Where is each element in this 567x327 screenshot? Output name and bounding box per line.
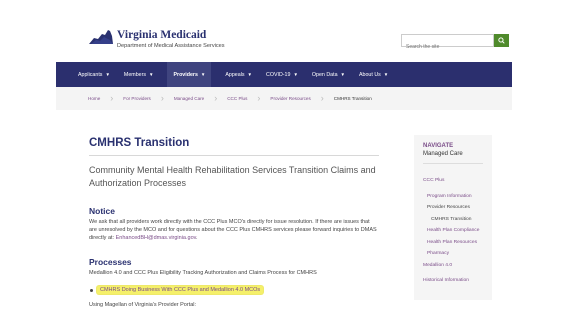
nav-item-label: Appeals [225, 71, 245, 78]
brand-subtitle: Department of Medical Assistance Service… [117, 43, 225, 49]
nav-item-label: Applicants [78, 71, 103, 78]
virginia-state-logo-icon[interactable] [88, 28, 114, 46]
breadcrumb-separator-icon: › [110, 93, 114, 103]
bullet-icon [90, 288, 93, 292]
sidebar-item-health-plan-resources[interactable]: Health Plan Resources [423, 240, 492, 252]
sidebar-navigate: NAVIGATE Managed Care CCC Plus Program I… [414, 135, 492, 300]
search-icon [498, 37, 505, 44]
breadcrumb-current: CMHRS Transition [334, 96, 372, 101]
sidebar-item-medallion-4-0[interactable]: Medallion 4.0 [423, 263, 492, 275]
notice-heading: Notice [89, 206, 115, 216]
breadcrumb-separator-icon: › [257, 93, 261, 103]
breadcrumb-separator-icon: › [160, 93, 164, 103]
chevron-down-icon: ▼ [293, 72, 298, 77]
nav-item-applicants[interactable]: Applicants ▼ [78, 72, 110, 78]
breadcrumb-label: Provider Resources [270, 96, 311, 101]
breadcrumb-ccc-plus[interactable]: CCC Plus › [227, 94, 270, 103]
portal-text: Using Magellan of Virginia's Provider Po… [89, 302, 197, 308]
site-header: Virginia Medicaid Department of Medical … [0, 0, 567, 68]
nav-item-covid-19[interactable]: COVID-19 ▼ [266, 72, 298, 78]
breadcrumb-managed-care[interactable]: Managed Care › [174, 94, 227, 103]
brand-title: Virginia Medicaid [117, 29, 207, 41]
breadcrumb-separator-icon: › [214, 93, 218, 103]
nav-item-about-us[interactable]: About Us ▼ [359, 72, 388, 78]
breadcrumb: Home › For Providers › Managed Care › CCC P… [56, 87, 512, 110]
processes-description: Medallion 4.0 and CCC Plus Eligibility T… [89, 270, 317, 276]
search-box[interactable] [401, 34, 494, 53]
breadcrumb-label: For Providers [123, 96, 151, 101]
list-item: CMHRS Doing Business With CCC Plus and M… [90, 286, 264, 294]
cmhrs-doing-business-link[interactable]: CMHRS Doing Business With CCC Plus and M… [97, 286, 264, 294]
notice-end: . [195, 235, 198, 241]
sidebar-item-pharmacy[interactable]: Pharmacy [423, 251, 492, 263]
sidebar-label: NAVIGATE [423, 143, 454, 149]
title-divider [89, 155, 379, 156]
brand[interactable]: Virginia Medicaid Department of Medical … [117, 29, 225, 49]
chevron-down-icon: ▼ [383, 72, 389, 77]
nav-item-providers[interactable]: Providers ▼ [167, 62, 212, 87]
breadcrumb-label: Managed Care [173, 96, 205, 101]
breadcrumb-for-providers[interactable]: For Providers › [123, 94, 174, 103]
nav-item-members[interactable]: Members ▼ [124, 72, 154, 78]
nav-item-open-data[interactable]: Open Data ▼ [312, 72, 345, 78]
breadcrumb-home[interactable]: Home › [88, 94, 123, 103]
breadcrumb-label: CCC Plus [227, 96, 248, 101]
processes-heading: Processes [89, 257, 132, 267]
breadcrumb-provider-resources[interactable]: Provider Resources › [270, 94, 333, 103]
nav-item-label: Members [123, 71, 146, 78]
page-subtitle: Community Mental Health Rehabilitation S… [89, 165, 376, 188]
sidebar-item-cmhrs-transition[interactable]: CMHRS Transition [423, 217, 492, 229]
search-input[interactable] [402, 41, 493, 53]
page-title: CMHRS Transition [89, 137, 190, 149]
sidebar-item-ccc-plus[interactable]: CCC Plus [423, 178, 492, 190]
sidebar-item-health-plan-compliance[interactable]: Health Plan Compliance [423, 228, 492, 240]
notice-email-link[interactable]: EnhancedBH@dmas.virginia.gov [116, 235, 196, 241]
nav-item-label: Providers [173, 71, 198, 78]
notice-paragraph: We ask that all providers work directly … [89, 218, 379, 242]
breadcrumb-label: CMHRS Transition [333, 96, 372, 101]
nav-item-label: About Us [359, 71, 381, 78]
sidebar-divider [423, 163, 483, 164]
chevron-down-icon: ▼ [340, 72, 345, 77]
main-nav: Applicants ▼ Members ▼ Providers ▼ Appeals ▼… [56, 62, 512, 87]
breadcrumb-separator-icon: › [320, 93, 324, 103]
sidebar-item-historical-information[interactable]: Historical Information [423, 278, 492, 290]
sidebar-item-program-information[interactable]: Program Information [423, 194, 492, 206]
sidebar-item-provider-resources[interactable]: Provider Resources [423, 205, 492, 217]
nav-item-label: Open Data [311, 71, 338, 78]
chevron-down-icon: ▼ [105, 72, 110, 77]
chevron-down-icon: ▼ [149, 72, 154, 77]
breadcrumb-label: Home [88, 96, 101, 101]
chevron-down-icon: ▼ [200, 72, 206, 77]
search-button[interactable] [494, 34, 509, 47]
nav-item-appeals[interactable]: Appeals ▼ [225, 72, 252, 78]
nav-item-label: COVID-19 [266, 71, 291, 78]
chevron-down-icon: ▼ [247, 72, 252, 77]
sidebar-section-title: Managed Care [423, 151, 463, 157]
